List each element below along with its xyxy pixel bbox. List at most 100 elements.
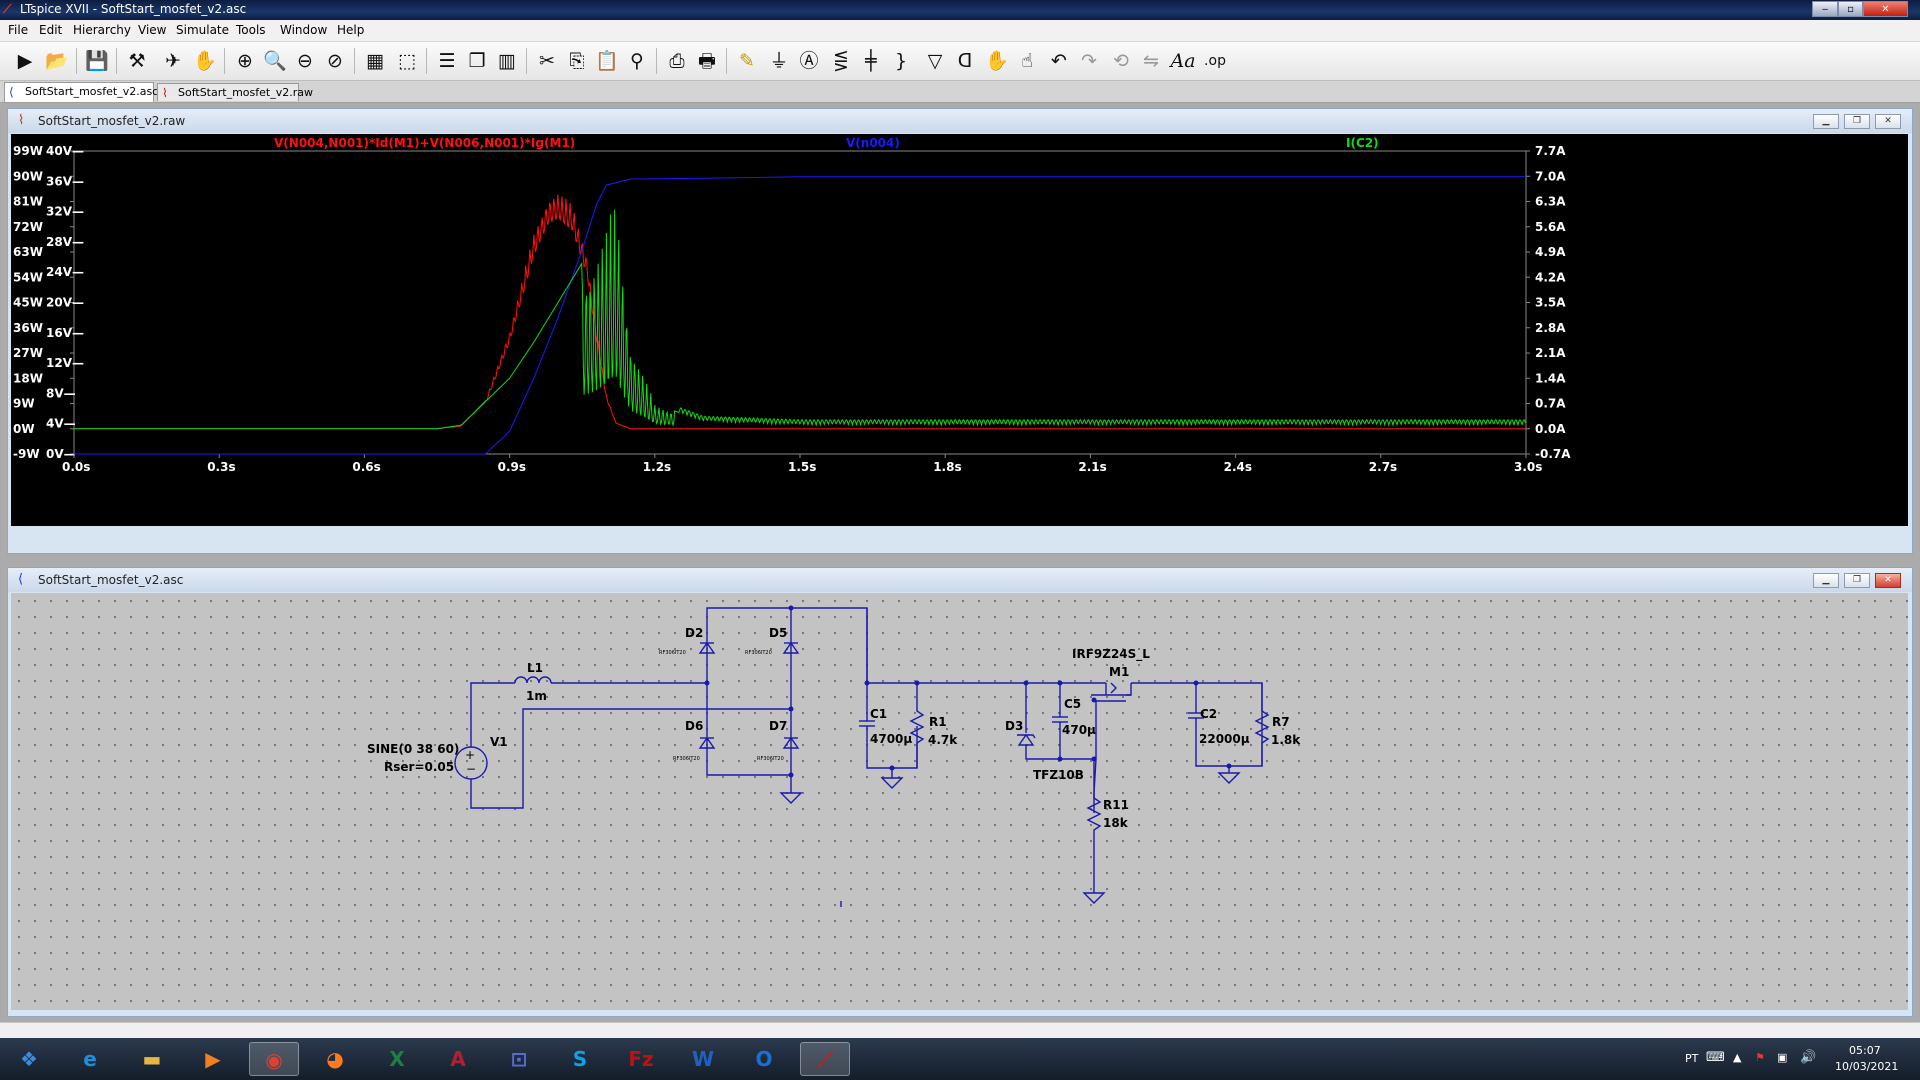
zoom-out-icon[interactable]: ⊖ (292, 48, 318, 74)
word-icon[interactable]: W (678, 1042, 728, 1076)
label-net-icon[interactable]: Ⓐ (796, 48, 822, 74)
resistor-icon[interactable]: ⋚ (828, 48, 854, 74)
find-icon[interactable]: ⚲ (624, 48, 650, 74)
redo-icon[interactable]: ↷ (1076, 48, 1102, 74)
menu-file[interactable]: File (8, 23, 28, 37)
waveform-chart[interactable]: 99W 90W 81W 72W 63W 54W 45W 36W 27W 18W 9W 0W -9W 40V… (11, 134, 1908, 526)
skype-icon[interactable]: S (555, 1042, 605, 1076)
language-indicator[interactable]: PT (1685, 1052, 1698, 1065)
zoom-area-icon[interactable]: 🔍 (262, 48, 288, 74)
menu-simulate[interactable]: Simulate (176, 23, 229, 37)
autorange-icon[interactable]: ▦ (362, 48, 388, 74)
excel-icon[interactable]: X (372, 1042, 422, 1076)
media-player-icon[interactable]: ▶ (188, 1042, 238, 1076)
zoom-cancel-icon[interactable]: ⬚ (394, 48, 420, 74)
r11-resistor[interactable] (1086, 759, 1102, 893)
move-icon[interactable]: ✋ (984, 48, 1010, 74)
restore-button[interactable]: ❐ (1844, 573, 1870, 588)
menu-view[interactable]: View (138, 23, 166, 37)
l1-inductor[interactable] (514, 676, 552, 684)
y-tick-label-a: 1.4A (1535, 371, 1566, 385)
cascade-icon[interactable]: ❐ (464, 48, 490, 74)
cut-icon[interactable]: ✂ (534, 48, 560, 74)
print-icon[interactable]: ⎙ (664, 48, 690, 74)
diode-icon[interactable]: ▽ (922, 48, 948, 74)
m1-mosfet[interactable] (1091, 682, 1132, 813)
schematic-canvas[interactable]: + − V1 SINE(0 38 60) Rser=0.05 L1 1m D2 … (11, 593, 1908, 1010)
tab-waveform[interactable]: ⌇ SoftStart_mosfet_v2.raw (157, 83, 313, 101)
clock-time[interactable]: 05:07 (1849, 1044, 1881, 1057)
volume-icon[interactable]: 🔊 (1800, 1050, 1816, 1065)
mirror-icon[interactable]: ⇋ (1138, 48, 1164, 74)
d3-zener-diode[interactable] (1017, 733, 1036, 746)
file-explorer-icon[interactable]: ▬ (127, 1042, 177, 1076)
web-app-icon[interactable]: ⊡ (494, 1042, 544, 1076)
save-icon[interactable]: 💾 (84, 48, 110, 74)
ground-icon[interactable] (1082, 892, 1106, 904)
internet-explorer-icon[interactable]: e (65, 1042, 115, 1076)
firefox-icon[interactable]: ◕ (310, 1042, 360, 1076)
draw-wire-icon[interactable]: ✎ (734, 48, 760, 74)
c5-value: 470µ (1062, 723, 1096, 737)
tile-vertical-icon[interactable]: ▥ (494, 48, 520, 74)
r7-resistor[interactable] (1254, 683, 1270, 766)
halt-icon[interactable]: ✈ (160, 48, 186, 74)
menu-hierarchy[interactable]: Hierarchy (73, 23, 131, 37)
y-tick-label-w: 0W (13, 422, 35, 436)
close-button[interactable]: ✕ (1863, 1, 1908, 17)
run-icon[interactable]: ▶ (12, 48, 38, 74)
control-panel-icon[interactable]: ⚒ (124, 48, 150, 74)
network-icon[interactable]: ▣ (1777, 1051, 1787, 1064)
ltspice-icon[interactable]: ⟋ (800, 1042, 850, 1076)
maximize-button[interactable]: ▫ (1838, 1, 1863, 17)
zoom-fit-icon[interactable]: ⊘ (322, 48, 348, 74)
undo-icon[interactable]: ↶ (1046, 48, 1072, 74)
spice-directive-icon[interactable]: .op (1202, 48, 1228, 74)
ground-icon[interactable] (779, 792, 803, 804)
zoom-in-icon[interactable]: ⊕ (232, 48, 258, 74)
ground-icon[interactable]: ⏚ (766, 48, 792, 74)
d7-label: D7 (769, 719, 787, 733)
tile-horizontal-icon[interactable]: ☰ (434, 48, 460, 74)
schematic-window: ⟨ SoftStart_mosfet_v2.asc ▁ ❐ ✕ + − V1 S… (7, 567, 1913, 1017)
outlook-icon[interactable]: O (739, 1042, 789, 1076)
print-preview-icon[interactable]: 🖶 (694, 48, 720, 74)
minimize-button[interactable]: ▁ (1813, 114, 1839, 129)
close-button[interactable]: ✕ (1875, 573, 1901, 588)
x-tick-label: 1.2s (643, 460, 671, 474)
component-icon[interactable]: ᗡ (952, 48, 978, 74)
tab-schematic[interactable]: ⟨ SoftStart_mosfet_v2.asc (4, 82, 158, 102)
open-icon[interactable]: 📂 (44, 48, 70, 74)
text-icon[interactable]: Aa (1170, 48, 1196, 74)
action-center-flag-icon[interactable]: ⚑ (1755, 1051, 1765, 1064)
chrome-icon[interactable]: ◉ (249, 1042, 299, 1076)
keyboard-icon[interactable]: ⌨ (1706, 1050, 1725, 1065)
start-button[interactable]: ❖ (4, 1042, 54, 1076)
pan-icon[interactable]: ✋ (192, 48, 218, 74)
schematic-drawing[interactable]: + − V1 SINE(0 38 60) Rser=0.05 L1 1m D2 … (11, 593, 1908, 1010)
menu-edit[interactable]: Edit (39, 23, 62, 37)
drag-icon[interactable]: ☝ (1014, 48, 1040, 74)
inductor-icon[interactable]: } (888, 48, 914, 74)
minimize-button[interactable]: ‒ (1812, 1, 1838, 17)
r11-label: R11 (1103, 798, 1129, 812)
restore-button[interactable]: ❐ (1844, 114, 1870, 129)
menu-window[interactable]: Window (280, 23, 327, 37)
copy-icon[interactable]: ⎘ (564, 48, 590, 74)
clock-date[interactable]: 10/03/2021 (1835, 1060, 1898, 1073)
waveform-plot[interactable]: 99W 90W 81W 72W 63W 54W 45W 36W 27W 18W 9W 0W -9W 40V… (11, 134, 1908, 526)
minimize-button[interactable]: ▁ (1813, 573, 1839, 588)
close-button[interactable]: ✕ (1875, 114, 1901, 129)
r1-resistor[interactable] (909, 683, 925, 768)
ground-icon[interactable] (880, 777, 904, 789)
filezilla-icon[interactable]: Fz (616, 1042, 666, 1076)
capacitor-icon[interactable]: ╪ (858, 48, 884, 74)
y-tick-label-w: 90W (13, 169, 43, 183)
paste-icon[interactable]: 📋 (594, 48, 620, 74)
menu-help[interactable]: Help (337, 23, 364, 37)
ground-icon[interactable] (1217, 772, 1241, 784)
rotate-icon[interactable]: ⟲ (1108, 48, 1134, 74)
menu-tools[interactable]: Tools (236, 23, 266, 37)
access-icon[interactable]: A (433, 1042, 483, 1076)
show-hidden-icons-icon[interactable]: ▲ (1733, 1051, 1741, 1064)
